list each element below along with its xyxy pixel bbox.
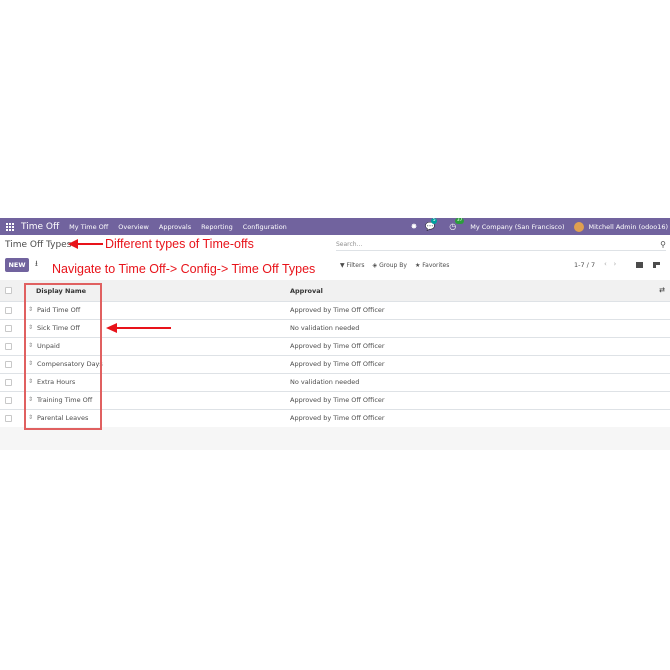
filters-button[interactable]: ▼ Filters <box>340 262 365 269</box>
menu-configuration[interactable]: Configuration <box>243 223 287 231</box>
layers-icon: ◈ <box>372 262 378 269</box>
pager-arrows[interactable]: ‹ › <box>604 260 616 268</box>
row-checkbox[interactable] <box>5 307 12 314</box>
cell-approval: Approved by Time Off Officer <box>290 396 385 404</box>
annotation-types-note: Different types of Time-offs <box>105 237 254 251</box>
kanban-view-icon[interactable] <box>653 262 660 268</box>
activity-badge: 37 <box>455 218 464 224</box>
annotation-arrow-title <box>68 239 103 249</box>
search-input[interactable]: Search... <box>336 239 666 251</box>
chat-icon[interactable]: 💬 5 <box>425 218 438 231</box>
bug-icon[interactable]: ✸ <box>411 222 418 231</box>
list-footer <box>0 427 670 450</box>
group-by-button[interactable]: ◈ Group By <box>373 262 407 269</box>
navbar-systray: ✸ 💬 5 ◷ 37 My Company (San Francisco) Mitc… <box>411 218 670 235</box>
cell-approval: Approved by Time Off Officer <box>290 414 385 422</box>
user-menu[interactable]: Mitchell Admin (odoo16) <box>588 223 668 231</box>
annotation-navigate-note: Navigate to Time Off-> Config-> Time Off… <box>52 262 316 276</box>
app-brand[interactable]: Time Off <box>21 222 59 232</box>
row-checkbox[interactable] <box>5 397 12 404</box>
filter-icon: ▼ <box>340 262 345 269</box>
company-switcher[interactable]: My Company (San Francisco) <box>470 223 564 231</box>
search-options: ▼ Filters ◈ Group By ★ Favorites <box>340 262 449 269</box>
activity-clock-icon[interactable]: ◷ 37 <box>449 218 464 231</box>
menu-approvals[interactable]: Approvals <box>159 223 191 231</box>
cell-approval: No validation needed <box>290 324 360 332</box>
cell-approval: Approved by Time Off Officer <box>290 342 385 350</box>
row-checkbox[interactable] <box>5 379 12 386</box>
menu-my-time-off[interactable]: My Time Off <box>69 223 108 231</box>
optional-columns-icon[interactable]: ⇄ <box>659 286 665 294</box>
row-checkbox[interactable] <box>5 343 12 350</box>
select-all-checkbox[interactable] <box>5 287 12 294</box>
menu-reporting[interactable]: Reporting <box>201 223 233 231</box>
download-icon[interactable]: ⭳ <box>35 258 38 272</box>
favorites-button[interactable]: ★ Favorites <box>415 262 449 269</box>
chat-badge: 5 <box>431 218 438 224</box>
cell-approval: Approved by Time Off Officer <box>290 360 385 368</box>
annotation-arrow-row <box>106 323 171 333</box>
cell-approval: Approved by Time Off Officer <box>290 306 385 314</box>
row-checkbox[interactable] <box>5 325 12 332</box>
new-button[interactable]: NEW <box>5 258 29 272</box>
row-checkbox[interactable] <box>5 361 12 368</box>
page-title: Time Off Types <box>5 240 72 250</box>
search-icon[interactable]: ⚲ <box>660 240 666 249</box>
avatar[interactable] <box>574 221 585 232</box>
cell-approval: No validation needed <box>290 378 360 386</box>
menu-overview[interactable]: Overview <box>118 223 149 231</box>
star-icon: ★ <box>414 262 421 269</box>
pager-value[interactable]: 1-7 / 7 <box>574 261 595 269</box>
annotation-highlight-box <box>24 283 102 430</box>
top-navbar: Time Off My Time Off Overview Approvals … <box>0 218 670 235</box>
column-approval[interactable]: Approval <box>290 287 323 295</box>
app-menu-icon[interactable] <box>6 222 16 231</box>
list-view-icon[interactable] <box>636 262 643 268</box>
row-checkbox[interactable] <box>5 415 12 422</box>
